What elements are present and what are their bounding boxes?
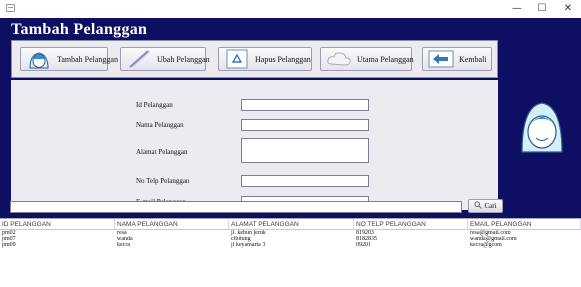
telp-pelanggan-field[interactable]	[241, 175, 369, 187]
maximize-button[interactable]: ☐	[531, 2, 553, 16]
customer-table: ID PELANGGAN NAMA PELANGGAN ALAMAT PELAN…	[0, 218, 581, 287]
column-header[interactable]: EMAIL PELANGGAN	[468, 219, 581, 230]
tambah-pelanggan-button[interactable]: Tambah Pelanggan	[20, 47, 118, 71]
kembali-label: Kembali	[459, 54, 487, 64]
hapus-pelanggan-label: Hapus Pelanggan	[255, 54, 311, 64]
table-cell: kecra@gcom	[470, 242, 502, 248]
column-header[interactable]: NAMA PELANGGAN	[115, 219, 229, 230]
table-header: ID PELANGGAN NAMA PELANGGAN ALAMAT PELAN…	[0, 219, 581, 230]
search-input[interactable]	[10, 201, 462, 213]
form-panel: Id Pelanggan Nama Pelanggan Alamat Pelan…	[11, 80, 498, 210]
recycle-icon	[223, 49, 251, 69]
cloud-icon	[325, 49, 353, 69]
tambah-pelanggan-label: Tambah Pelanggan	[57, 54, 118, 64]
main-panel: Tambah Pelanggan Tambah Pelanggan Ubah P…	[0, 18, 581, 287]
toolbar: Tambah Pelanggan Ubah Pelanggan Hapus Pe…	[11, 40, 498, 78]
window-titlebar: — ☐ ✕	[0, 0, 581, 18]
table-row[interactable]: pm09 kecra jl keyamarta 3 09201 kecra@gc…	[0, 242, 581, 248]
table-cell: kecra	[117, 242, 130, 248]
ubah-pelanggan-button[interactable]: Ubah Pelanggan	[120, 47, 210, 71]
alamat-pelanggan-field[interactable]	[241, 138, 369, 163]
column-header[interactable]: NO TELP PELANGGAN	[354, 219, 468, 230]
cari-button[interactable]: Cari	[468, 199, 503, 213]
close-button[interactable]: ✕	[557, 2, 579, 16]
id-pelanggan-label: Id Pelanggan	[136, 101, 173, 109]
column-header[interactable]: ALAMAT PELANGGAN	[229, 219, 354, 230]
pencil-icon	[125, 49, 153, 69]
alamat-pelanggan-label: Alamat Pelanggan	[136, 148, 188, 156]
customer-avatar-icon	[520, 100, 564, 154]
utama-pelanggan-label: Utama Pelanggan	[357, 54, 414, 64]
id-pelanggan-field[interactable]	[241, 99, 369, 111]
nama-pelanggan-field[interactable]	[241, 119, 369, 131]
telp-pelanggan-label: No Telp Pelanggan	[136, 177, 190, 185]
customer-avatar-icon	[25, 49, 53, 69]
nama-pelanggan-label: Nama Pelanggan	[136, 121, 184, 129]
ubah-pelanggan-label: Ubah Pelanggan	[157, 54, 210, 64]
table-cell: pm09	[2, 242, 16, 248]
app-window-icon	[6, 4, 15, 12]
table-cell: 09201	[356, 242, 371, 248]
column-header[interactable]: ID PELANGGAN	[0, 219, 115, 230]
page-title: Tambah Pelanggan	[11, 21, 148, 38]
table-cell: jl keyamarta 3	[231, 242, 266, 248]
back-arrow-icon	[427, 49, 455, 69]
minimize-button[interactable]: —	[506, 2, 528, 16]
hapus-pelanggan-button[interactable]: Hapus Pelanggan	[218, 47, 312, 71]
search-icon	[474, 201, 483, 211]
utama-pelanggan-button[interactable]: Utama Pelanggan	[320, 47, 414, 71]
kembali-button[interactable]: Kembali	[422, 47, 492, 71]
cari-label: Cari	[484, 202, 497, 210]
